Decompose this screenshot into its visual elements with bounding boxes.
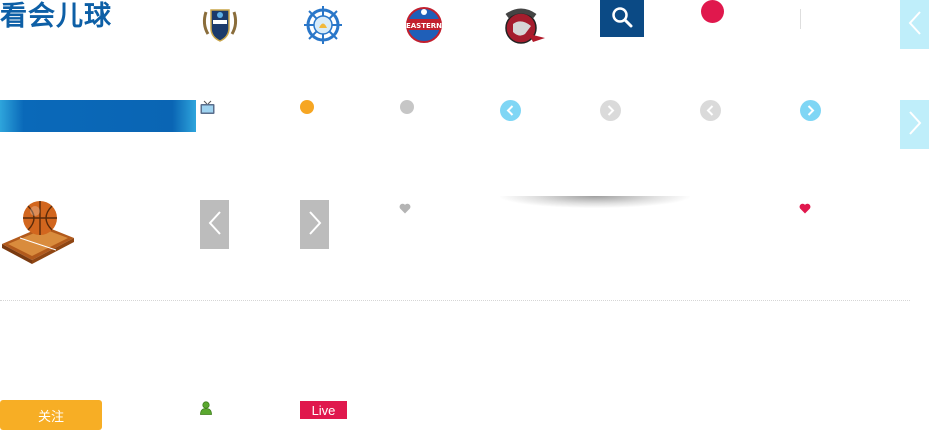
toronto-raptors-logo-icon bbox=[499, 4, 545, 46]
site-logo[interactable]: 看会儿球 bbox=[0, 0, 112, 36]
search-icon bbox=[611, 6, 633, 32]
chevron-left-icon bbox=[208, 210, 222, 240]
live-badge: Live bbox=[300, 401, 347, 419]
follow-button[interactable]: 关注 bbox=[0, 400, 102, 430]
chevron-right-icon bbox=[908, 110, 922, 140]
slider-prev-button[interactable] bbox=[200, 200, 229, 249]
dotted-divider bbox=[0, 300, 910, 301]
user-icon bbox=[200, 400, 212, 419]
slider-next-button[interactable] bbox=[300, 200, 329, 249]
chevron-right-icon bbox=[806, 101, 815, 120]
heart-icon-red[interactable] bbox=[799, 199, 811, 218]
search-button[interactable] bbox=[600, 0, 644, 37]
notification-dot bbox=[701, 0, 724, 23]
status-dot-active bbox=[300, 100, 314, 114]
heart-icon-gray[interactable] bbox=[399, 199, 411, 218]
carousel-next-button[interactable] bbox=[900, 100, 929, 149]
kawasaki-frontale-logo-icon bbox=[200, 4, 240, 46]
basketball-court-icon bbox=[0, 200, 76, 268]
chevron-right-icon bbox=[606, 101, 615, 120]
tv-icon bbox=[200, 100, 215, 119]
status-dot-inactive bbox=[400, 100, 414, 114]
drop-shadow-decoration bbox=[500, 196, 690, 208]
svg-text:EASTERN: EASTERN bbox=[406, 22, 442, 30]
next-arrow-button-active[interactable] bbox=[800, 100, 821, 121]
chevron-left-icon bbox=[506, 101, 515, 120]
next-arrow-button-disabled[interactable] bbox=[600, 100, 621, 121]
chevron-left-icon bbox=[908, 10, 922, 40]
chevron-left-icon bbox=[706, 101, 715, 120]
divider bbox=[800, 9, 801, 29]
carousel-prev-button[interactable] bbox=[900, 0, 929, 49]
banner-bar bbox=[0, 100, 196, 132]
ship-wheel-team-logo-icon bbox=[301, 4, 342, 46]
prev-arrow-button-disabled[interactable] bbox=[700, 100, 721, 121]
chevron-right-icon bbox=[308, 210, 322, 240]
prev-arrow-button-active[interactable] bbox=[500, 100, 521, 121]
eastern-conference-logo-icon: EASTERN bbox=[404, 4, 444, 46]
